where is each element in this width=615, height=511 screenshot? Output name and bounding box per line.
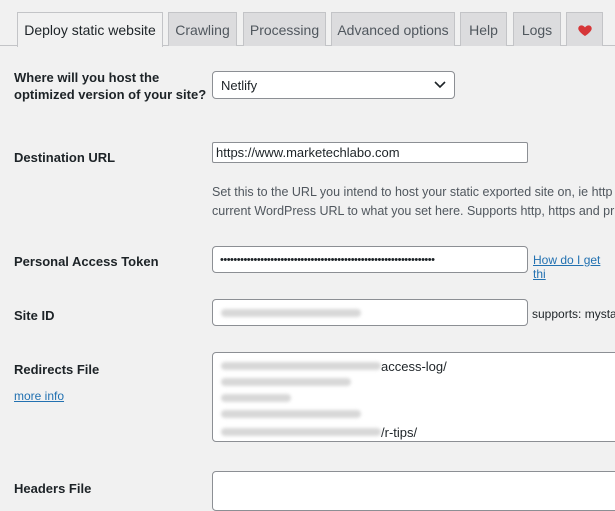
textarea-line: [221, 390, 291, 406]
tab-label: Crawling: [175, 21, 230, 38]
site-id-supports-text: supports: mysta: [532, 307, 615, 321]
hosting-label: Where will you host the optimized versio…: [14, 69, 206, 103]
hosting-selected-value: Netlify: [221, 77, 258, 93]
tab-deploy-static-website[interactable]: Deploy static website: [17, 12, 163, 47]
redacted-value: [221, 308, 361, 317]
textarea-line: [221, 374, 351, 390]
token-input[interactable]: ••••••••••••••••••••••••••••••••••••••••…: [212, 246, 528, 273]
redacted-value: [221, 394, 291, 402]
redirects-more-info-link[interactable]: more info: [14, 389, 64, 403]
chevron-down-icon: [434, 81, 446, 89]
hosting-label-line1: Where will you host the: [14, 70, 160, 85]
redirects-textarea[interactable]: access-log/ /r-tips/: [212, 352, 615, 442]
heart-icon: [577, 24, 592, 36]
headers-label: Headers File: [14, 481, 92, 496]
tab-help[interactable]: Help: [460, 12, 507, 46]
redirect-fragment: /r-tips/: [381, 424, 418, 440]
redirect-fragment: access-log/: [381, 358, 447, 374]
destination-help-line2: current WordPress URL to what you set he…: [212, 204, 615, 218]
tab-favorite[interactable]: [566, 12, 603, 46]
destination-help-line1: Set this to the URL you intend to host y…: [212, 185, 613, 199]
tab-label: Advanced options: [337, 21, 449, 38]
tab-advanced-options[interactable]: Advanced options: [331, 12, 455, 46]
textarea-line: access-log/: [221, 358, 447, 374]
site-id-label: Site ID: [14, 308, 55, 323]
token-masked-value: ••••••••••••••••••••••••••••••••••••••••…: [220, 253, 435, 266]
tab-label: Deploy static website: [24, 22, 156, 38]
redacted-value: [221, 362, 381, 370]
hosting-label-line2: optimized version of your site?: [14, 87, 207, 102]
redirects-label: Redirects File: [14, 362, 100, 377]
site-id-input[interactable]: [212, 299, 528, 326]
tab-label: Processing: [249, 21, 320, 38]
tab-crawling[interactable]: Crawling: [168, 12, 237, 46]
redacted-value: [221, 410, 361, 418]
destination-url-input[interactable]: https://www.marketechlabo.com: [212, 142, 528, 163]
hosting-select[interactable]: Netlify: [212, 71, 455, 99]
textarea-line: /r-tips/: [221, 424, 417, 440]
headers-textarea[interactable]: [212, 471, 615, 511]
token-help-link[interactable]: How do I get thi: [533, 253, 615, 281]
textarea-line: [221, 406, 361, 422]
destination-url-label: Destination URL: [14, 150, 116, 165]
tab-processing[interactable]: Processing: [243, 12, 326, 46]
tab-bar: Deploy static website Crawling Processin…: [0, 0, 615, 47]
redacted-value: [221, 428, 381, 436]
redacted-value: [221, 378, 351, 386]
token-label: Personal Access Token: [14, 254, 159, 269]
tab-logs[interactable]: Logs: [513, 12, 561, 46]
tab-label: Help: [469, 21, 498, 38]
tab-label: Logs: [521, 21, 553, 38]
destination-url-value: https://www.marketechlabo.com: [216, 145, 400, 160]
